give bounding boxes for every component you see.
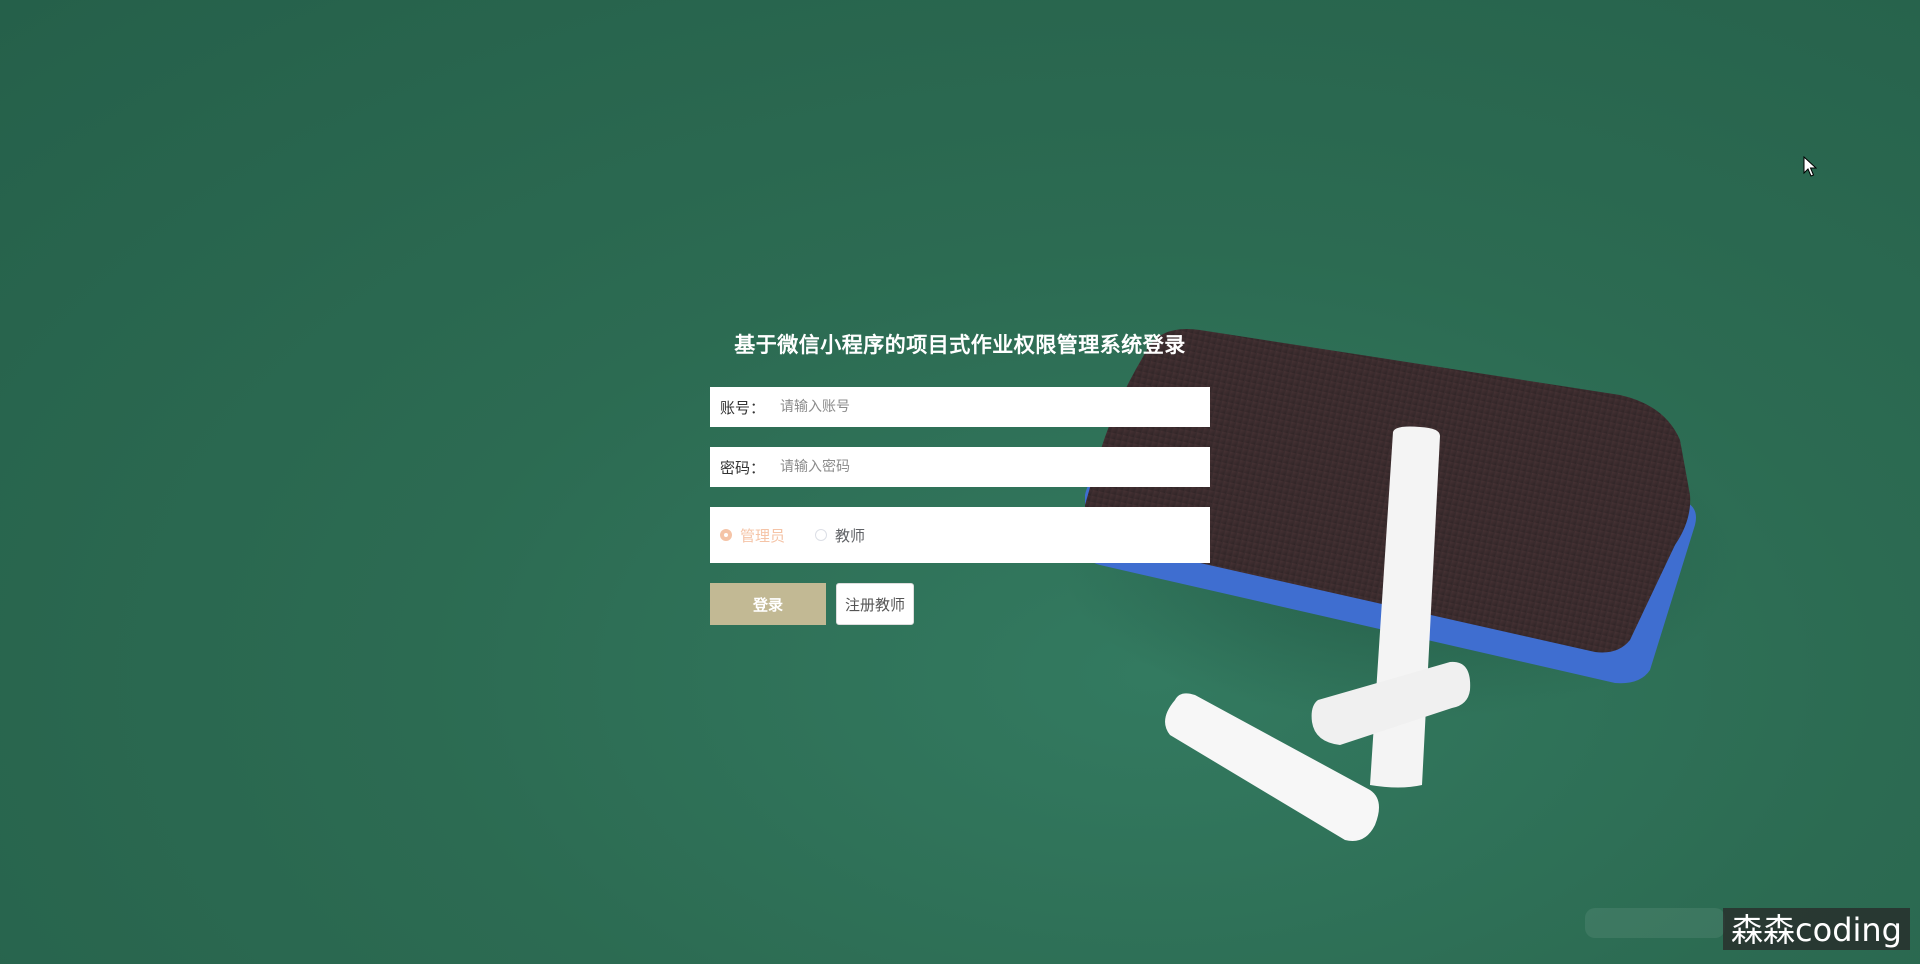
password-label: 密码： <box>720 458 766 477</box>
chalk-stick-short <box>1311 661 1471 745</box>
role-label-admin: 管理员 <box>740 526 786 545</box>
radio-unchecked-icon[interactable] <box>815 529 828 541</box>
form-actions: 登录 注册教师 <box>710 583 1210 625</box>
register-teacher-button[interactable]: 注册教师 <box>836 583 915 625</box>
role-radio-group: 管理员 教师 <box>710 507 1210 563</box>
account-input[interactable] <box>778 388 1200 426</box>
password-field: 密码： <box>710 447 1210 487</box>
page-title: 基于微信小程序的项目式作业权限管理系统登录 <box>734 333 1186 357</box>
password-input[interactable] <box>778 448 1200 486</box>
radio-checked-icon[interactable] <box>720 529 732 541</box>
login-button[interactable]: 登录 <box>710 583 826 625</box>
account-field: 账号： <box>710 387 1210 427</box>
chalk-stick-upright <box>1370 426 1440 788</box>
login-panel: 基于微信小程序的项目式作业权限管理系统登录 账号： 密码： 管理员 教师 登录 … <box>710 325 1210 625</box>
role-option-admin[interactable]: 管理员 <box>720 525 785 546</box>
role-label-teacher: 教师 <box>835 526 866 545</box>
watermark-label: 森森coding <box>1723 908 1910 950</box>
account-label: 账号： <box>720 398 766 417</box>
chalk-stick-long <box>1165 693 1379 841</box>
role-option-teacher[interactable]: 教师 <box>815 525 865 546</box>
mouse-pointer-icon <box>1803 156 1817 177</box>
